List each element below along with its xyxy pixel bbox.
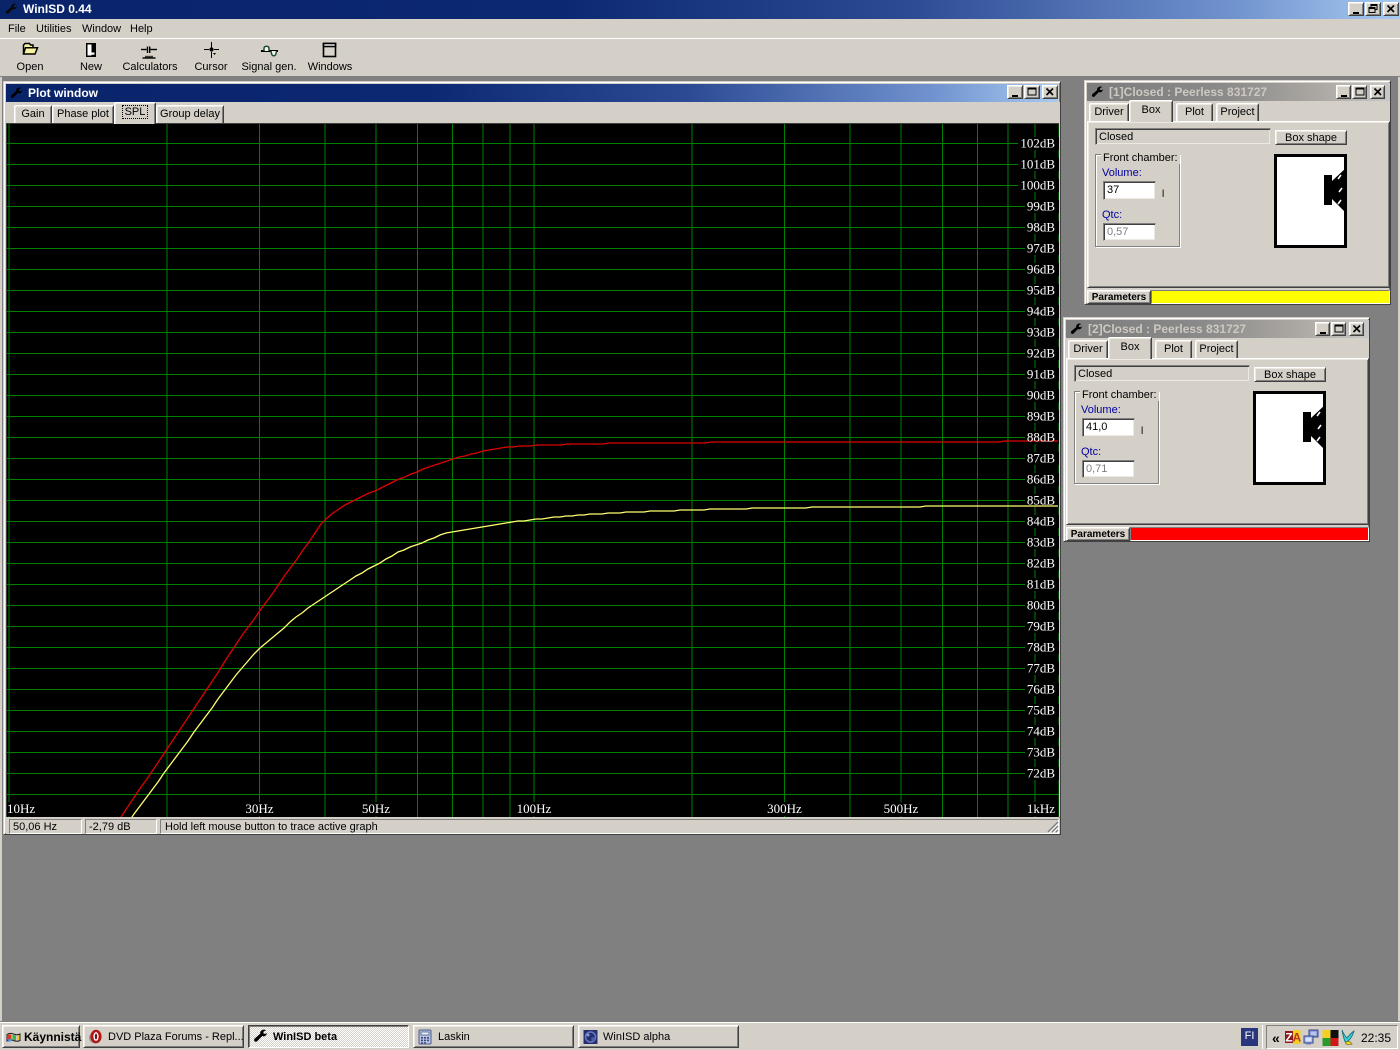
svg-text:50Hz: 50Hz <box>362 801 390 816</box>
svg-text:101dB: 101dB <box>1020 157 1055 172</box>
svg-text:96dB: 96dB <box>1027 262 1056 277</box>
svg-text:86dB: 86dB <box>1027 472 1056 487</box>
svg-text:78dB: 78dB <box>1027 640 1056 655</box>
svg-text:79dB: 79dB <box>1027 619 1056 634</box>
svg-text:90dB: 90dB <box>1027 388 1056 403</box>
svg-text:85dB: 85dB <box>1027 493 1056 508</box>
svg-text:75dB: 75dB <box>1027 703 1056 718</box>
svg-text:100dB: 100dB <box>1020 178 1055 193</box>
svg-text:500Hz: 500Hz <box>884 801 919 816</box>
svg-text:94dB: 94dB <box>1027 304 1056 319</box>
svg-text:72dB: 72dB <box>1027 766 1056 781</box>
svg-text:91dB: 91dB <box>1027 367 1056 382</box>
svg-text:300Hz: 300Hz <box>767 801 802 816</box>
svg-text:1kHz: 1kHz <box>1027 801 1055 816</box>
svg-text:30Hz: 30Hz <box>245 801 273 816</box>
svg-text:99dB: 99dB <box>1027 199 1056 214</box>
svg-text:89dB: 89dB <box>1027 409 1056 424</box>
svg-text:93dB: 93dB <box>1027 325 1056 340</box>
svg-text:102dB: 102dB <box>1020 136 1055 151</box>
svg-text:98dB: 98dB <box>1027 220 1056 235</box>
svg-text:81dB: 81dB <box>1027 577 1056 592</box>
svg-text:76dB: 76dB <box>1027 682 1056 697</box>
svg-text:92dB: 92dB <box>1027 346 1056 361</box>
svg-text:83dB: 83dB <box>1027 535 1056 550</box>
svg-text:100Hz: 100Hz <box>517 801 552 816</box>
svg-text:77dB: 77dB <box>1027 661 1056 676</box>
svg-text:A: A <box>1292 1031 1301 1045</box>
svg-text:95dB: 95dB <box>1027 283 1056 298</box>
svg-text:84dB: 84dB <box>1027 514 1056 529</box>
svg-text:80dB: 80dB <box>1027 598 1056 613</box>
svg-text:87dB: 87dB <box>1027 451 1056 466</box>
svg-text:82dB: 82dB <box>1027 556 1056 571</box>
svg-text:10Hz: 10Hz <box>7 801 35 816</box>
svg-text:97dB: 97dB <box>1027 241 1056 256</box>
svg-text:88dB: 88dB <box>1027 430 1056 445</box>
svg-text:74dB: 74dB <box>1027 724 1056 739</box>
svg-text:73dB: 73dB <box>1027 745 1056 760</box>
